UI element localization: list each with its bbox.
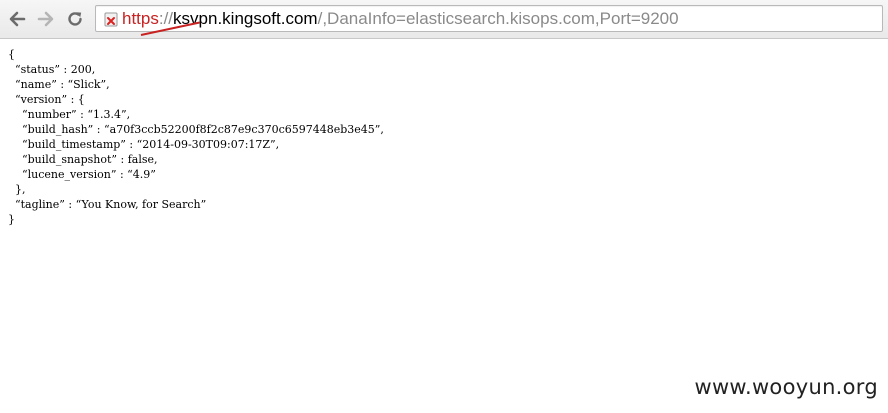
reload-button[interactable] (64, 8, 86, 30)
url-host: ksvpn.kingsoft.com (173, 9, 318, 28)
reload-icon (68, 12, 82, 26)
json-line: “status” : 200, (8, 63, 96, 76)
watermark: www.wooyun.org (694, 375, 878, 399)
url-text[interactable]: https://ksvpn.kingsoft.com/,DanaInfo=ela… (122, 9, 679, 36)
url-scheme: https (122, 9, 159, 28)
json-line: “name” : “Slick”, (8, 78, 110, 91)
json-line: “build_snapshot” : false, (8, 153, 158, 166)
back-arrow-icon (9, 11, 26, 27)
json-line: }, (8, 183, 26, 196)
json-line: “build_hash” : “a70f3ccb52200f8f2c87e9c3… (8, 123, 384, 136)
json-line: { (8, 48, 15, 61)
browser-toolbar: https://ksvpn.kingsoft.com/,DanaInfo=ela… (0, 0, 888, 39)
forward-arrow-icon (37, 11, 54, 27)
broken-https-icon (104, 12, 118, 27)
forward-button[interactable] (35, 8, 57, 30)
json-line: “version” : { (8, 93, 85, 106)
json-line: “tagline” : “You Know, for Search” (8, 198, 207, 211)
json-line: “build_timestamp” : “2014-09-30T09:07:17… (8, 138, 280, 151)
address-bar[interactable]: https://ksvpn.kingsoft.com/,DanaInfo=ela… (95, 5, 883, 36)
json-line: “number” : “1.3.4”, (8, 108, 131, 121)
json-response: { “status” : 200, “name” : “Slick”, “ver… (8, 47, 384, 227)
url-separator: :// (158, 9, 174, 28)
json-line: } (8, 213, 15, 226)
json-line: “lucene_version” : “4.9” (8, 168, 156, 181)
back-button[interactable] (6, 8, 28, 30)
url-path: /,DanaInfo=elasticsearch.kisops.com,Port… (317, 9, 679, 28)
